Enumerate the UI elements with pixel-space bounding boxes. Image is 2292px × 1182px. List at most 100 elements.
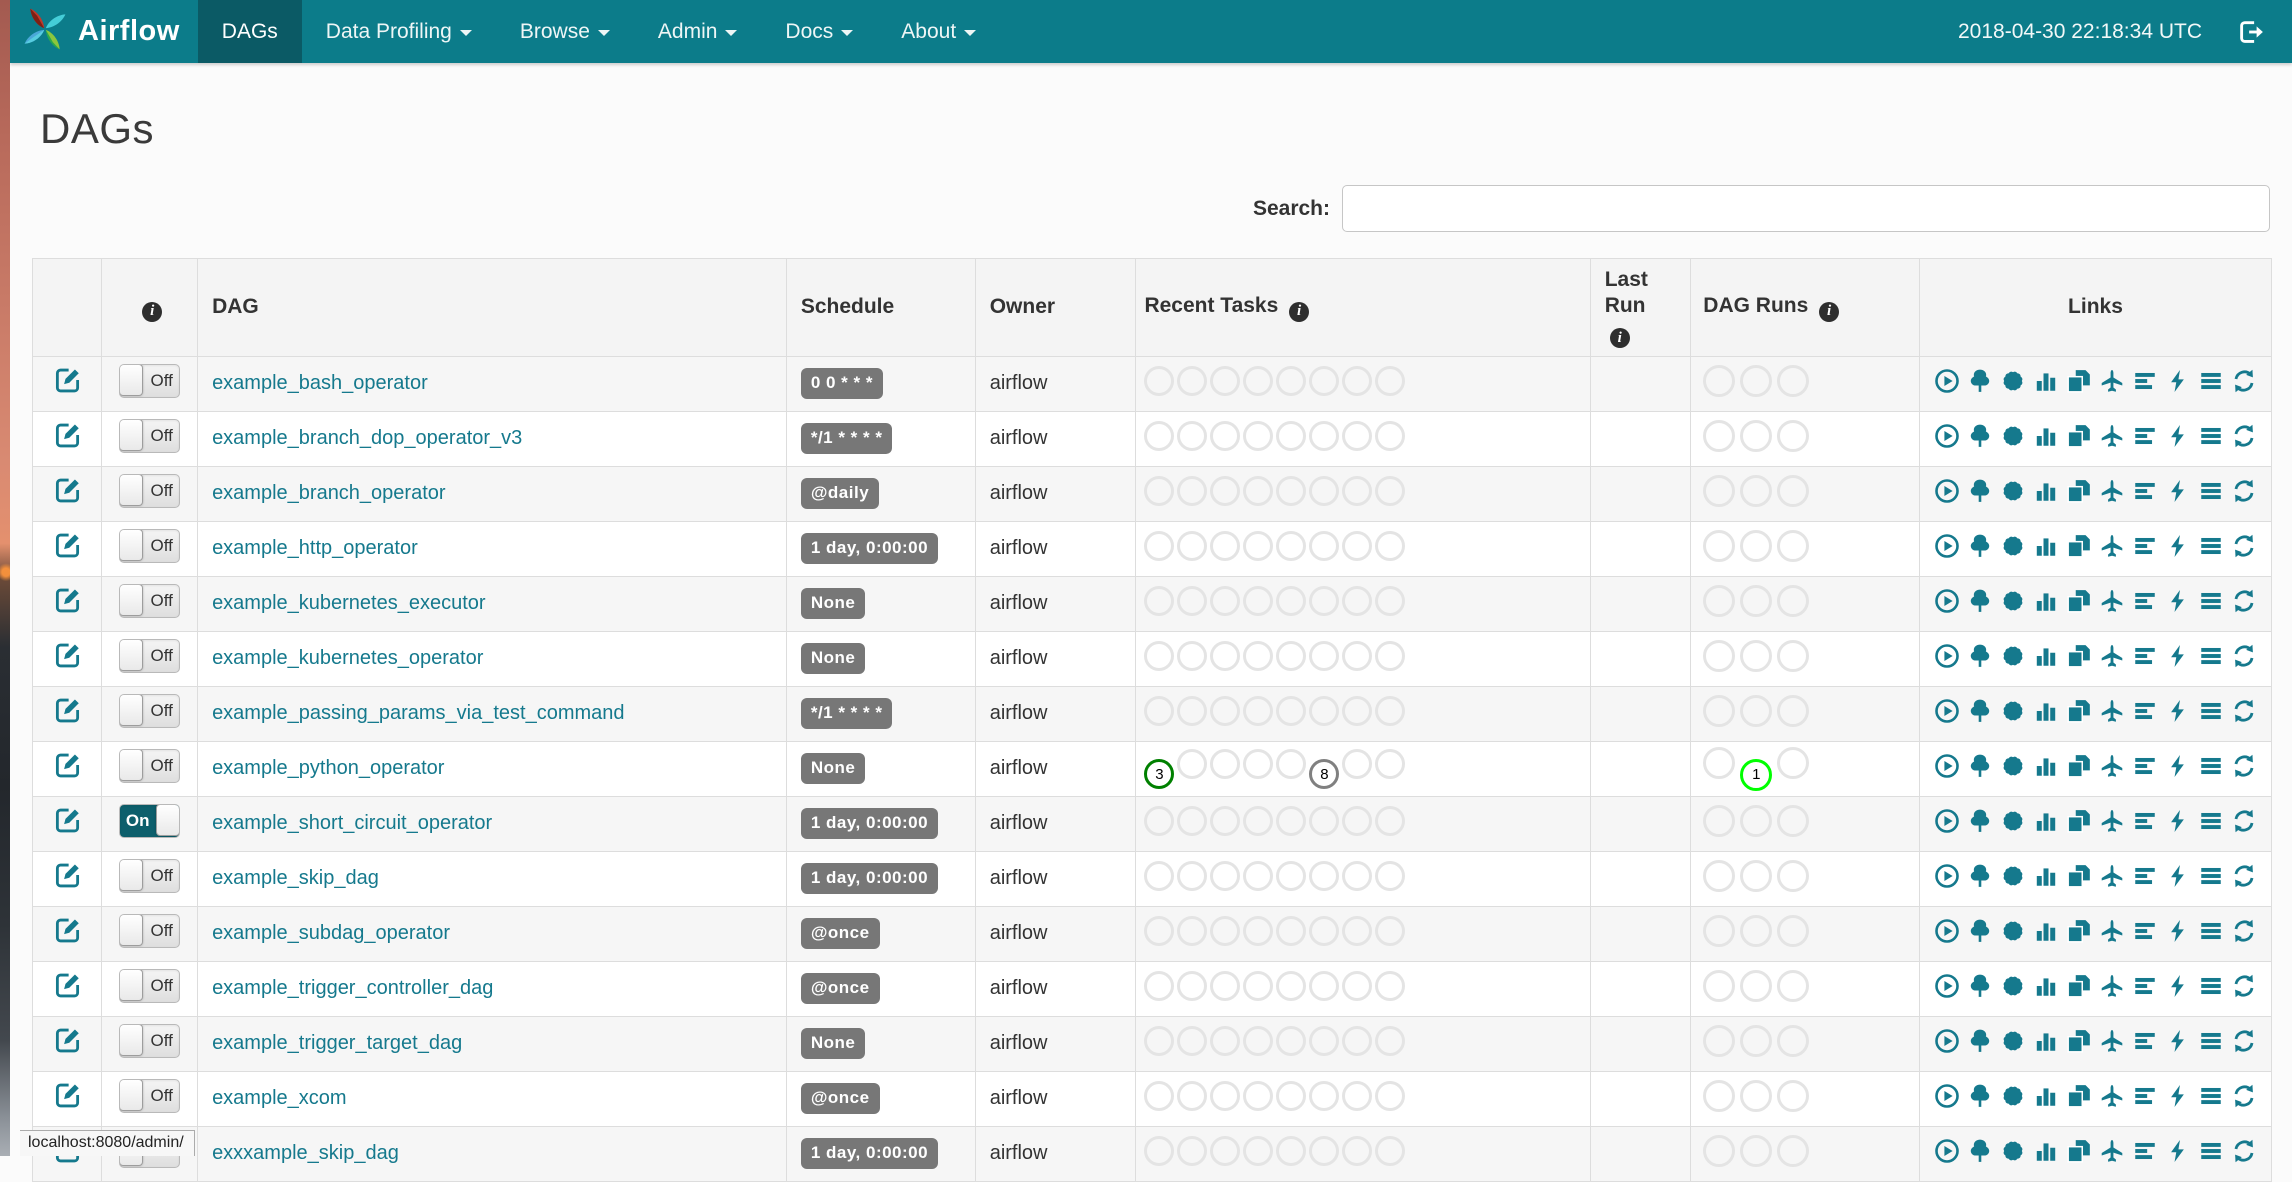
gantt-icon[interactable] [2132, 918, 2158, 944]
nav-item-admin[interactable]: Admin [634, 0, 762, 63]
dag-run-circle[interactable] [1740, 364, 1773, 397]
edit-dag-icon[interactable] [54, 367, 81, 394]
task-state-circle[interactable] [1276, 640, 1307, 671]
schedule-badge[interactable]: @once [800, 1083, 880, 1115]
dag-run-circle[interactable] [1740, 474, 1773, 507]
task-state-circle[interactable] [1243, 640, 1274, 671]
info-icon[interactable]: i [1289, 301, 1310, 322]
task-state-circle[interactable] [1177, 860, 1208, 891]
task-state-circle[interactable] [1177, 748, 1208, 779]
code-view-icon[interactable] [2165, 423, 2191, 449]
edit-dag-icon[interactable] [54, 1027, 81, 1054]
graph-view-icon[interactable] [2000, 918, 2026, 944]
landing-times-icon[interactable] [2099, 1138, 2125, 1164]
task-state-circle[interactable] [1177, 695, 1208, 726]
landing-times-icon[interactable] [2099, 863, 2125, 889]
task-state-circle[interactable] [1375, 585, 1406, 616]
task-duration-icon[interactable] [2033, 1028, 2059, 1054]
search-input[interactable] [1342, 185, 2270, 232]
task-state-circle[interactable] [1177, 1025, 1208, 1056]
dag-details-icon[interactable] [2198, 423, 2224, 449]
task-state-circle[interactable] [1276, 860, 1307, 891]
task-tries-icon[interactable] [2066, 368, 2092, 394]
landing-times-icon[interactable] [2099, 1028, 2125, 1054]
tree-view-icon[interactable] [1967, 918, 1993, 944]
dag-details-icon[interactable] [2198, 643, 2224, 669]
task-tries-icon[interactable] [2066, 753, 2092, 779]
edit-dag-icon[interactable] [54, 807, 81, 834]
dag-pause-toggle[interactable]: Off [119, 693, 181, 728]
code-view-icon[interactable] [2165, 1138, 2191, 1164]
task-state-circle[interactable] [1276, 475, 1307, 506]
landing-times-icon[interactable] [2099, 368, 2125, 394]
nav-item-data-profiling[interactable]: Data Profiling [302, 0, 496, 63]
landing-times-icon[interactable] [2099, 1083, 2125, 1109]
task-duration-icon[interactable] [2033, 698, 2059, 724]
schedule-badge[interactable]: 1 day, 0:00:00 [800, 863, 939, 895]
refresh-icon[interactable] [2231, 698, 2257, 724]
dag-link[interactable]: exxxample_skip_dag [212, 1142, 399, 1164]
graph-view-icon[interactable] [2000, 808, 2026, 834]
schedule-badge[interactable]: None [800, 1028, 866, 1060]
tree-view-icon[interactable] [1967, 478, 1993, 504]
task-state-circle[interactable] [1276, 1025, 1307, 1056]
task-state-circle[interactable] [1309, 365, 1340, 396]
task-state-circle[interactable] [1375, 748, 1406, 779]
task-tries-icon[interactable] [2066, 643, 2092, 669]
dag-run-circle[interactable] [1740, 694, 1773, 727]
task-state-circle[interactable] [1144, 585, 1175, 616]
task-state-circle[interactable] [1243, 475, 1274, 506]
refresh-icon[interactable] [2231, 808, 2257, 834]
trigger-dag-icon[interactable] [1934, 533, 1960, 559]
gantt-icon[interactable] [2132, 643, 2158, 669]
dag-run-circle[interactable] [1703, 1024, 1736, 1057]
edit-dag-icon[interactable] [54, 1082, 81, 1109]
task-state-circle[interactable] [1342, 805, 1373, 836]
task-tries-icon[interactable] [2066, 478, 2092, 504]
task-state-circle[interactable] [1210, 475, 1241, 506]
refresh-icon[interactable] [2231, 368, 2257, 394]
task-state-circle[interactable] [1342, 860, 1373, 891]
task-state-circle[interactable] [1144, 640, 1175, 671]
task-state-circle[interactable] [1243, 530, 1274, 561]
task-state-circle[interactable] [1177, 585, 1208, 616]
task-state-circle[interactable] [1276, 805, 1307, 836]
dag-details-icon[interactable] [2198, 698, 2224, 724]
task-state-circle[interactable] [1177, 915, 1208, 946]
refresh-icon[interactable] [2231, 1083, 2257, 1109]
task-state-circle[interactable] [1309, 695, 1340, 726]
dag-details-icon[interactable] [2198, 368, 2224, 394]
gantt-icon[interactable] [2132, 808, 2158, 834]
task-state-circle[interactable] [1342, 640, 1373, 671]
code-view-icon[interactable] [2165, 588, 2191, 614]
task-state-circle[interactable] [1243, 915, 1274, 946]
task-state-circle[interactable] [1276, 1135, 1307, 1166]
task-duration-icon[interactable] [2033, 1083, 2059, 1109]
graph-view-icon[interactable] [2000, 588, 2026, 614]
tree-view-icon[interactable] [1967, 643, 1993, 669]
landing-times-icon[interactable] [2099, 698, 2125, 724]
edit-dag-icon[interactable] [54, 477, 81, 504]
task-state-circle[interactable] [1309, 1135, 1340, 1166]
task-duration-icon[interactable] [2033, 588, 2059, 614]
task-state-circle[interactable] [1342, 748, 1373, 779]
graph-view-icon[interactable] [2000, 1083, 2026, 1109]
task-state-circle[interactable] [1144, 1135, 1175, 1166]
graph-view-icon[interactable] [2000, 863, 2026, 889]
dag-pause-toggle[interactable]: Off [119, 473, 181, 508]
task-state-circle[interactable] [1144, 860, 1175, 891]
schedule-badge[interactable]: 1 day, 0:00:00 [800, 808, 939, 840]
graph-view-icon[interactable] [2000, 753, 2026, 779]
refresh-icon[interactable] [2231, 643, 2257, 669]
task-state-circle[interactable] [1144, 805, 1175, 836]
gantt-icon[interactable] [2132, 533, 2158, 559]
task-state-circle[interactable] [1309, 1025, 1340, 1056]
task-state-circle[interactable] [1342, 915, 1373, 946]
task-state-circle[interactable] [1375, 695, 1406, 726]
landing-times-icon[interactable] [2099, 643, 2125, 669]
trigger-dag-icon[interactable] [1934, 478, 1960, 504]
task-state-circle[interactable] [1309, 970, 1340, 1001]
task-duration-icon[interactable] [2033, 643, 2059, 669]
task-tries-icon[interactable] [2066, 863, 2092, 889]
landing-times-icon[interactable] [2099, 533, 2125, 559]
